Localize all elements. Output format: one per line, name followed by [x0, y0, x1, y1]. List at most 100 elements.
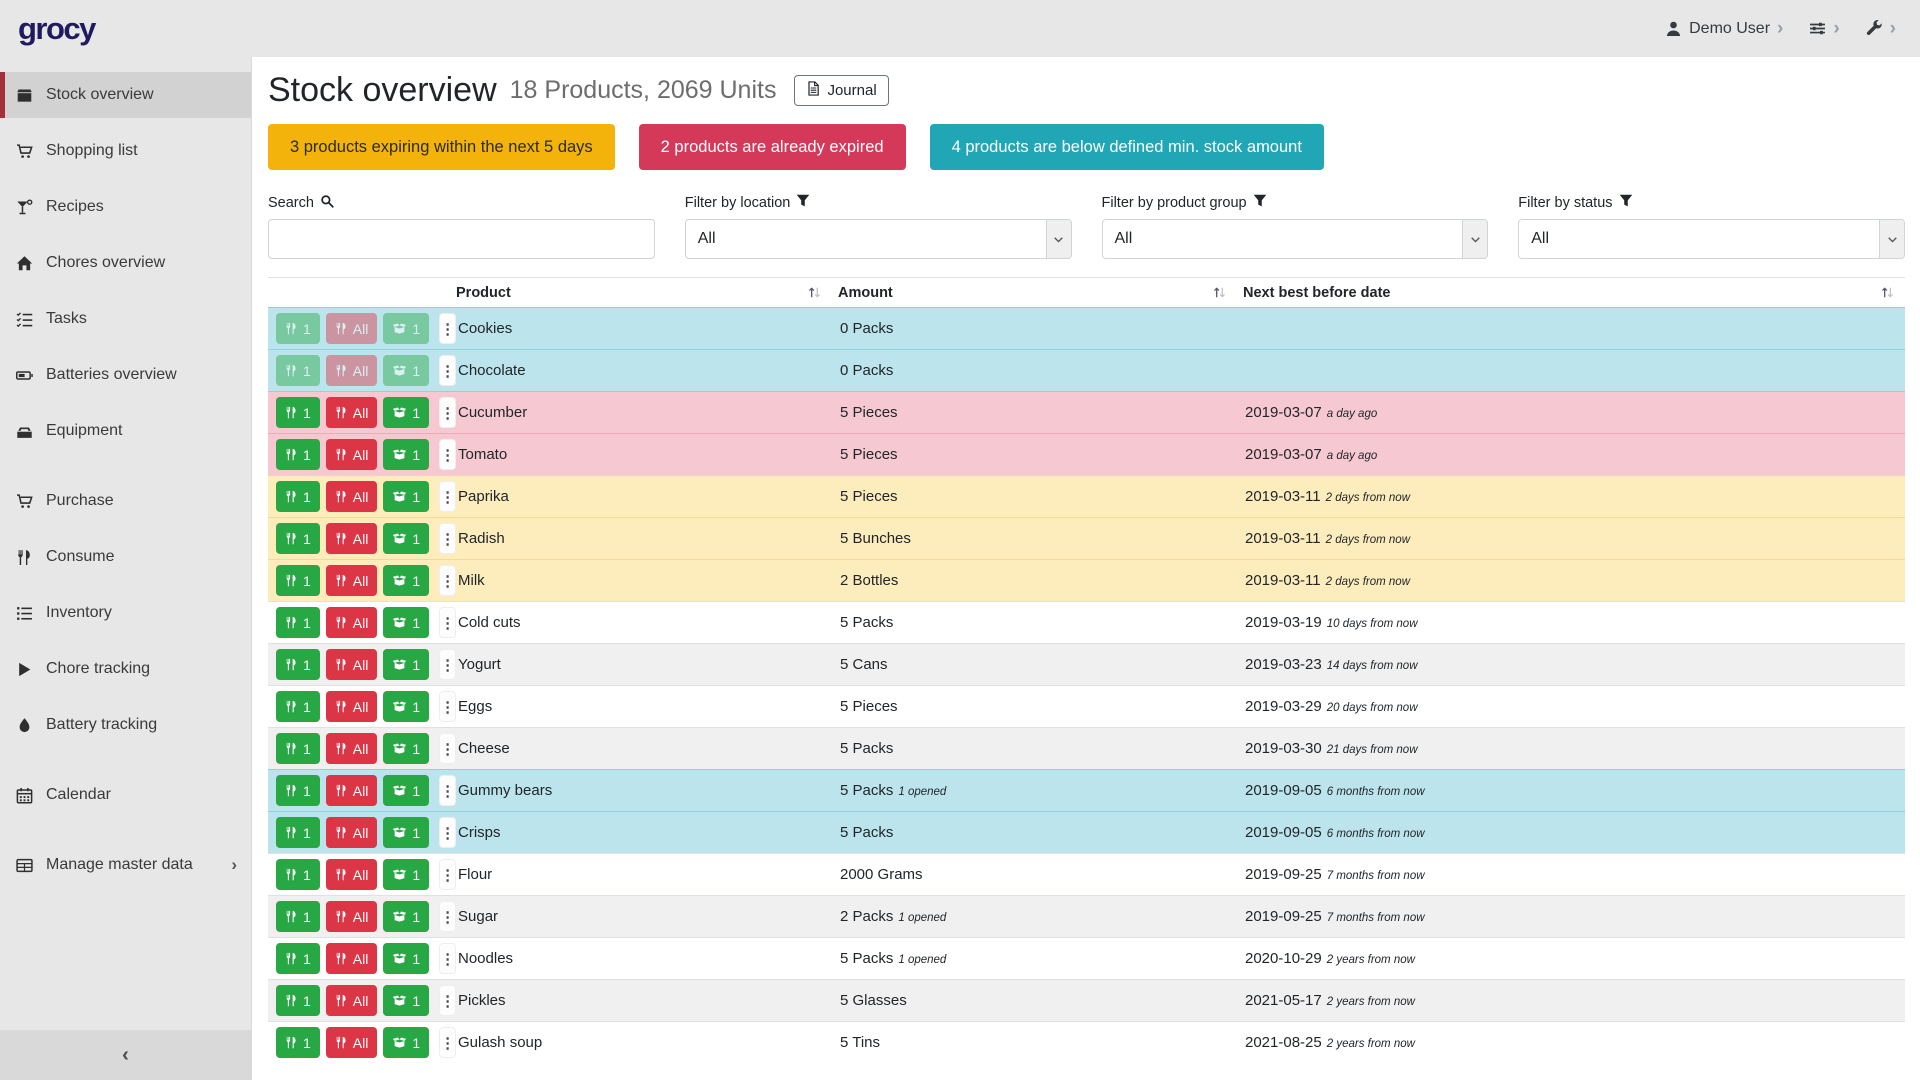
row-menu-button[interactable]: ⋮	[439, 901, 456, 932]
consume-all-button[interactable]: All	[326, 859, 378, 890]
row-menu-button[interactable]: ⋮	[439, 985, 456, 1016]
user-menu[interactable]: Demo User ›	[1665, 19, 1783, 38]
open-one-button[interactable]: 1	[383, 355, 429, 386]
row-menu-button[interactable]: ⋮	[439, 733, 456, 764]
consume-all-button[interactable]: All	[326, 901, 378, 932]
consume-one-button[interactable]: 1	[276, 649, 320, 680]
open-one-button[interactable]: 1	[383, 775, 429, 806]
consume-all-button[interactable]: All	[326, 313, 378, 344]
consume-all-button[interactable]: All	[326, 439, 378, 470]
sidebar-item-inventory[interactable]: Inventory	[0, 590, 251, 636]
consume-one-button[interactable]: 1	[276, 691, 320, 722]
consume-all-button[interactable]: All	[326, 985, 378, 1016]
consume-one-button[interactable]: 1	[276, 355, 320, 386]
consume-one-button[interactable]: 1	[276, 985, 320, 1016]
sidebar-item-battery-tracking[interactable]: Battery tracking	[0, 702, 251, 748]
sort-icon[interactable]	[1880, 285, 1899, 300]
journal-button[interactable]: Journal	[794, 75, 888, 106]
open-one-button[interactable]: 1	[383, 607, 429, 638]
row-menu-button[interactable]: ⋮	[439, 1027, 456, 1058]
consume-all-button[interactable]: All	[326, 607, 378, 638]
open-one-button[interactable]: 1	[383, 523, 429, 554]
consume-one-button[interactable]: 1	[276, 313, 320, 344]
consume-one-button[interactable]: 1	[276, 775, 320, 806]
column-header-amount[interactable]: Amount	[832, 278, 1237, 308]
sort-icon[interactable]	[807, 285, 826, 300]
consume-one-button[interactable]: 1	[276, 439, 320, 470]
consume-one-button[interactable]: 1	[276, 397, 320, 428]
open-one-button[interactable]: 1	[383, 859, 429, 890]
consume-all-button[interactable]: All	[326, 397, 378, 428]
sidebar-item-manage-master-data[interactable]: Manage master data ›	[0, 842, 251, 888]
consume-one-button[interactable]: 1	[276, 859, 320, 890]
open-one-button[interactable]: 1	[383, 565, 429, 596]
sort-icon[interactable]	[1212, 285, 1231, 300]
consume-one-button[interactable]: 1	[276, 733, 320, 764]
open-one-button[interactable]: 1	[383, 817, 429, 848]
open-one-button[interactable]: 1	[383, 397, 429, 428]
sidebar-item-calendar[interactable]: Calendar	[0, 772, 251, 818]
consume-one-button[interactable]: 1	[276, 943, 320, 974]
filter-by-product-group-select[interactable]: All	[1102, 219, 1489, 259]
row-menu-button[interactable]: ⋮	[439, 565, 456, 596]
row-menu-button[interactable]: ⋮	[439, 439, 456, 470]
consume-all-button[interactable]: All	[326, 817, 378, 848]
consume-one-button[interactable]: 1	[276, 523, 320, 554]
row-menu-button[interactable]: ⋮	[439, 523, 456, 554]
open-one-button[interactable]: 1	[383, 733, 429, 764]
sidebar-collapse-button[interactable]: ‹	[0, 1030, 251, 1080]
row-menu-button[interactable]: ⋮	[439, 355, 456, 386]
consume-all-button[interactable]: All	[326, 691, 378, 722]
column-header-next-best-before-date[interactable]: Next best before date	[1237, 278, 1905, 308]
sidebar-item-batteries-overview[interactable]: Batteries overview	[0, 352, 251, 398]
open-one-button[interactable]: 1	[383, 901, 429, 932]
consume-one-button[interactable]: 1	[276, 565, 320, 596]
consume-all-button[interactable]: All	[326, 649, 378, 680]
open-one-button[interactable]: 1	[383, 985, 429, 1016]
filter-by-location-select[interactable]: All	[685, 219, 1072, 259]
consume-all-button[interactable]: All	[326, 565, 378, 596]
consume-all-button[interactable]: All	[326, 355, 378, 386]
search-input[interactable]	[268, 219, 655, 259]
open-one-button[interactable]: 1	[383, 943, 429, 974]
sidebar-item-shopping-list[interactable]: Shopping list	[0, 128, 251, 174]
consume-all-button[interactable]: All	[326, 481, 378, 512]
alert-button-danger[interactable]: 2 products are already expired	[639, 124, 906, 170]
consume-one-button[interactable]: 1	[276, 481, 320, 512]
row-menu-button[interactable]: ⋮	[439, 481, 456, 512]
row-menu-button[interactable]: ⋮	[439, 313, 456, 344]
row-menu-button[interactable]: ⋮	[439, 397, 456, 428]
consume-one-button[interactable]: 1	[276, 1027, 320, 1058]
open-one-button[interactable]: 1	[383, 439, 429, 470]
consume-all-button[interactable]: All	[326, 523, 378, 554]
filter-by-status-select[interactable]: All	[1518, 219, 1905, 259]
alert-button-warning[interactable]: 3 products expiring within the next 5 da…	[268, 124, 615, 170]
column-header-product[interactable]: Product	[450, 278, 832, 308]
open-one-button[interactable]: 1	[383, 481, 429, 512]
sidebar-item-chore-tracking[interactable]: Chore tracking	[0, 646, 251, 692]
open-one-button[interactable]: 1	[383, 313, 429, 344]
consume-all-button[interactable]: All	[326, 1027, 378, 1058]
open-one-button[interactable]: 1	[383, 691, 429, 722]
consume-all-button[interactable]: All	[326, 733, 378, 764]
sidebar-item-chores-overview[interactable]: Chores overview	[0, 240, 251, 286]
row-menu-button[interactable]: ⋮	[439, 775, 456, 806]
sidebar-item-equipment[interactable]: Equipment	[0, 408, 251, 454]
settings-menu[interactable]: ›	[1809, 19, 1839, 38]
row-menu-button[interactable]: ⋮	[439, 943, 456, 974]
sidebar-item-stock-overview[interactable]: Stock overview	[0, 72, 251, 118]
admin-menu[interactable]: ›	[1866, 19, 1896, 38]
alert-button-info[interactable]: 4 products are below defined min. stock …	[930, 124, 1324, 170]
open-one-button[interactable]: 1	[383, 649, 429, 680]
consume-one-button[interactable]: 1	[276, 901, 320, 932]
consume-all-button[interactable]: All	[326, 775, 378, 806]
row-menu-button[interactable]: ⋮	[439, 691, 456, 722]
sidebar-item-purchase[interactable]: Purchase	[0, 478, 251, 524]
consume-one-button[interactable]: 1	[276, 817, 320, 848]
row-menu-button[interactable]: ⋮	[439, 817, 456, 848]
sidebar-item-tasks[interactable]: Tasks	[0, 296, 251, 342]
sidebar-item-consume[interactable]: Consume	[0, 534, 251, 580]
open-one-button[interactable]: 1	[383, 1027, 429, 1058]
row-menu-button[interactable]: ⋮	[439, 607, 456, 638]
consume-one-button[interactable]: 1	[276, 607, 320, 638]
